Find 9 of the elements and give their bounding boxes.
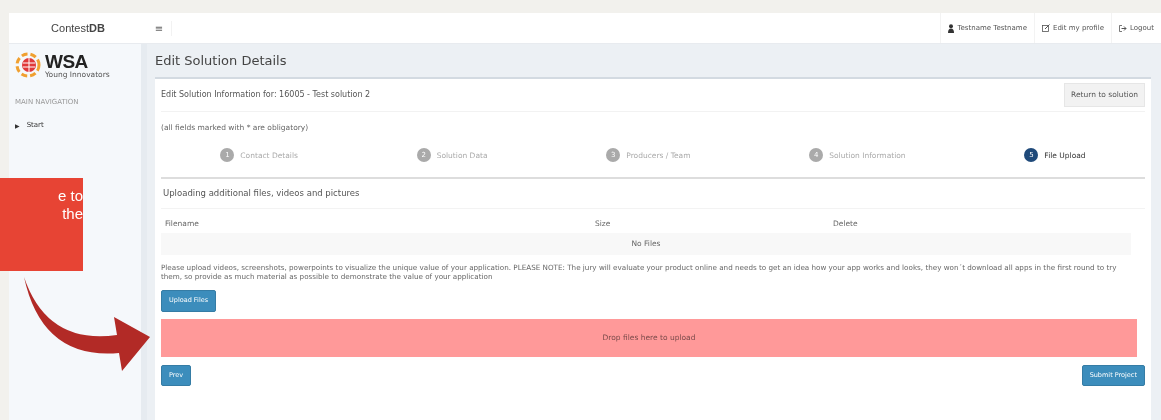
arrow-icon (22, 275, 152, 373)
card-title: Edit Solution Information for: 16005 - Test solution 2 (161, 89, 371, 101)
user-icon (948, 23, 955, 33)
callout-box: e to the (0, 178, 83, 271)
section-title: Uploading additional files, videos and pictures (161, 187, 1145, 209)
app-brand[interactable]: ContestDB (9, 19, 147, 37)
page-title: Edit Solution Details (155, 52, 288, 70)
logout-icon (1119, 24, 1128, 32)
edit-icon (1041, 24, 1050, 32)
